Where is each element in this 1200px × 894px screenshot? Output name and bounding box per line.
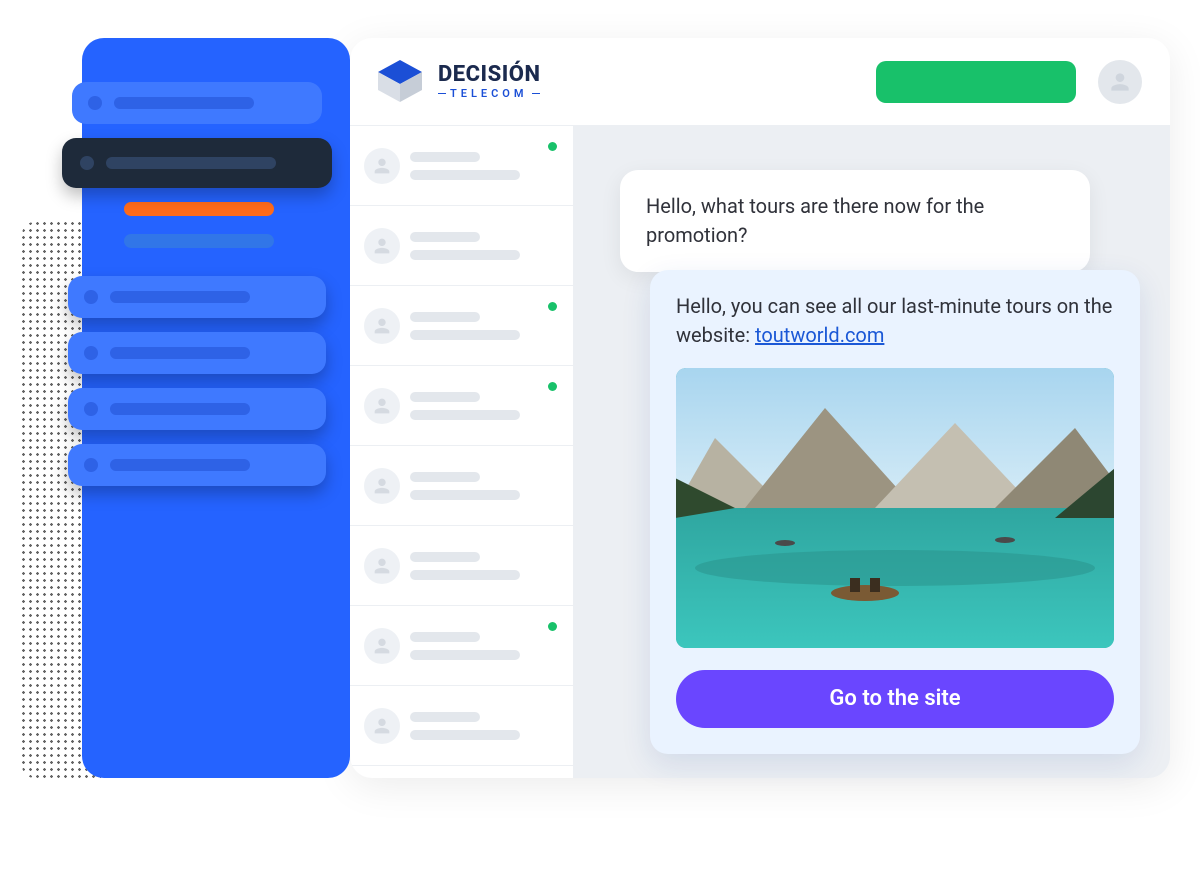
conversation-item[interactable] — [350, 686, 573, 766]
contact-avatar-icon — [364, 308, 400, 344]
conversation-item[interactable] — [350, 526, 573, 606]
sidebar-item[interactable] — [68, 444, 326, 486]
cta-button[interactable]: Go to the site — [676, 670, 1114, 728]
chat-message-text: Hello, you can see all our last-minute t… — [676, 292, 1114, 350]
sidebar-tag-orange[interactable] — [124, 202, 274, 216]
tour-image — [676, 368, 1114, 648]
contact-avatar-icon — [364, 468, 400, 504]
sidebar-item-active[interactable] — [62, 138, 332, 188]
sidebar-item[interactable] — [68, 388, 326, 430]
conversation-item[interactable] — [350, 366, 573, 446]
sidebar-item-bar — [110, 291, 250, 303]
contact-avatar-icon — [364, 708, 400, 744]
sidebar-item[interactable] — [68, 276, 326, 318]
sidebar-item-dot-icon — [80, 156, 94, 170]
contact-avatar-icon — [364, 388, 400, 424]
online-status-dot — [548, 302, 557, 311]
header: DECISIÓN TELECOM — [350, 38, 1170, 126]
conversation-item[interactable] — [350, 206, 573, 286]
logo-mark-icon — [372, 54, 428, 110]
sidebar-item-bar — [114, 97, 254, 109]
online-status-dot — [548, 382, 557, 391]
agent-link[interactable]: toutworld.com — [755, 323, 884, 347]
conversation-item[interactable] — [350, 446, 573, 526]
sidebar-item-bar — [106, 157, 276, 169]
sidebar-item-dot-icon — [84, 290, 98, 304]
sidebar-item-dot-icon — [84, 458, 98, 472]
online-status-dot — [548, 622, 557, 631]
conversation-list — [350, 126, 574, 778]
sidebar-item-bar — [110, 403, 250, 415]
brand-name-bottom: TELECOM — [438, 88, 540, 99]
sidebar-item-bar — [110, 347, 250, 359]
sidebar-tag-blue[interactable] — [124, 234, 274, 248]
sidebar-item-dot-icon — [84, 402, 98, 416]
sidebar-item-bar — [110, 459, 250, 471]
sidebar-item-dot-icon — [84, 346, 98, 360]
agent-text-prefix: Hello, you can see all our last-minute t… — [676, 294, 1112, 347]
brand-logo[interactable]: DECISIÓN TELECOM — [372, 54, 540, 110]
contact-avatar-icon — [364, 548, 400, 584]
person-icon — [1107, 69, 1133, 95]
conversation-item[interactable] — [350, 606, 573, 686]
brand-logo-text: DECISIÓN TELECOM — [438, 64, 540, 99]
conversation-item[interactable] — [350, 286, 573, 366]
contact-avatar-icon — [364, 228, 400, 264]
contact-avatar-icon — [364, 148, 400, 184]
chat-message-text: Hello, what tours are there now for the … — [646, 194, 984, 247]
online-status-dot — [548, 142, 557, 151]
cta-button-label: Go to the site — [829, 683, 960, 715]
brand-name-top: DECISIÓN — [438, 64, 540, 86]
chat-message-user: Hello, what tours are there now for the … — [620, 170, 1090, 272]
sidebar — [82, 38, 350, 778]
sidebar-item[interactable] — [68, 332, 326, 374]
chat-message-agent: Hello, you can see all our last-minute t… — [650, 270, 1140, 754]
sidebar-item[interactable] — [72, 82, 322, 124]
conversation-item[interactable] — [350, 126, 573, 206]
contact-avatar-icon — [364, 628, 400, 664]
user-avatar[interactable] — [1098, 60, 1142, 104]
sidebar-item-dot-icon — [88, 96, 102, 110]
primary-action-button[interactable] — [876, 61, 1076, 103]
